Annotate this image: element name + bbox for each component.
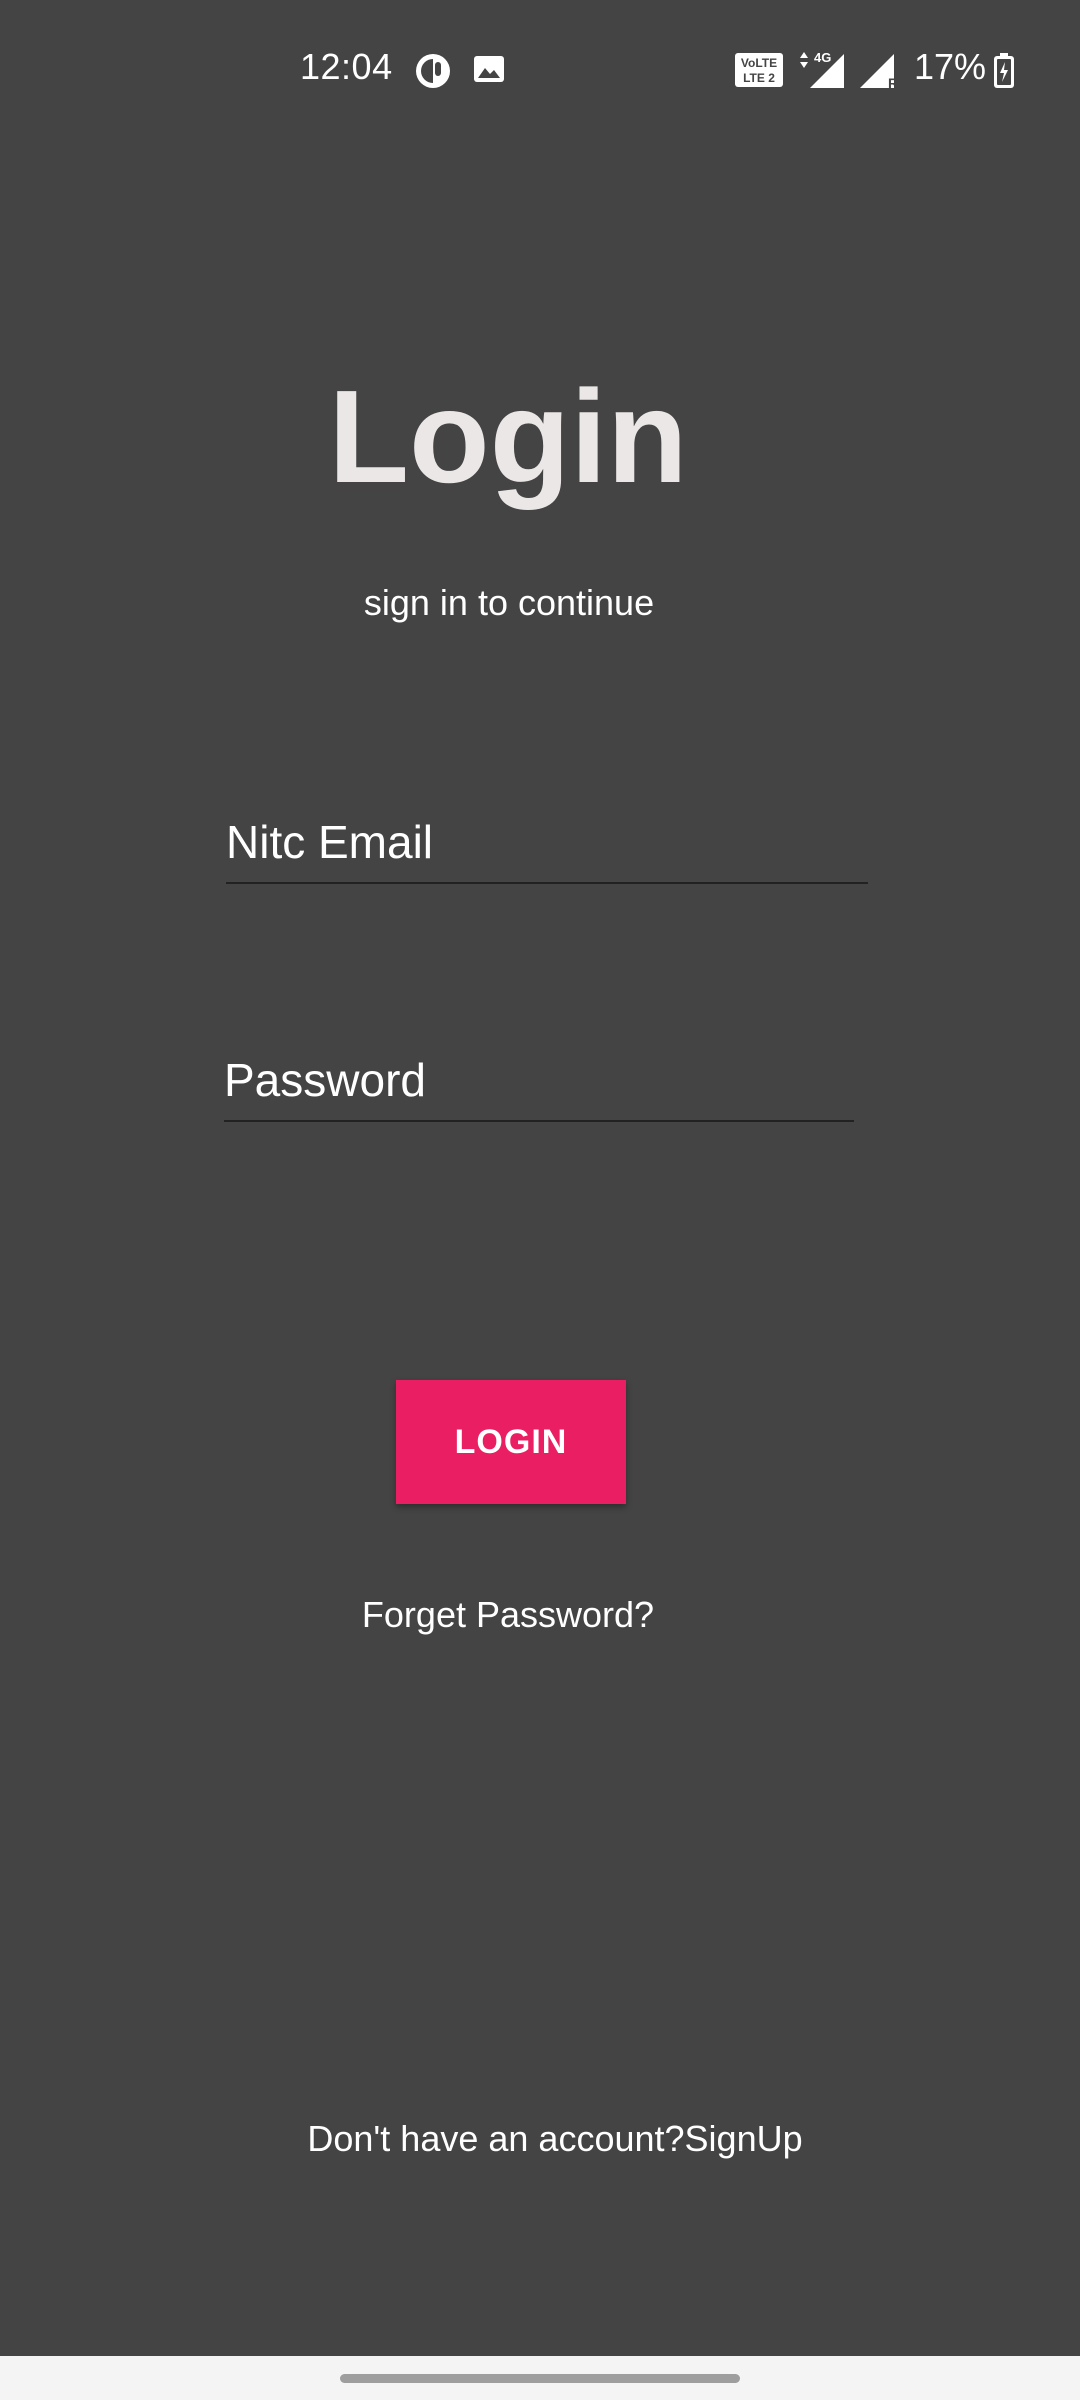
gallery-icon [472,52,506,88]
signup-prompt: Don't have an account? [307,2118,685,2159]
email-field [226,802,868,884]
password-field [224,1040,854,1122]
volte-label-top: VoLTE [741,56,777,70]
signup-row: Don't have an account?SignUp [0,2118,1080,2160]
password-input[interactable] [224,1040,854,1120]
data-saver-icon [414,52,452,88]
signal-roaming-icon: R [858,50,900,91]
volte-label-bottom: LTE 2 [743,71,775,85]
battery-icon [992,52,1016,88]
email-input[interactable] [226,802,868,882]
volte-icon: VoLTE LTE 2 [734,52,784,88]
login-button[interactable]: LOGIN [396,1380,626,1504]
home-indicator[interactable] [340,2374,740,2383]
network-label: 4G [814,50,831,65]
4g-signal-icon: 4G [796,48,848,88]
signup-link[interactable]: SignUp [685,2118,803,2159]
page-title: Login [328,363,688,510]
status-time: 12:04 [300,46,393,87]
status-bar: 12:04 VoLTE LTE 2 4G R 17% [0,0,1080,140]
navigation-bar [0,2356,1080,2400]
forgot-password-link[interactable]: Forget Password? [0,1594,1016,1636]
battery-percent: 17% [914,46,987,87]
page-subtitle: sign in to continue [363,582,655,623]
svg-text:R: R [888,75,898,90]
